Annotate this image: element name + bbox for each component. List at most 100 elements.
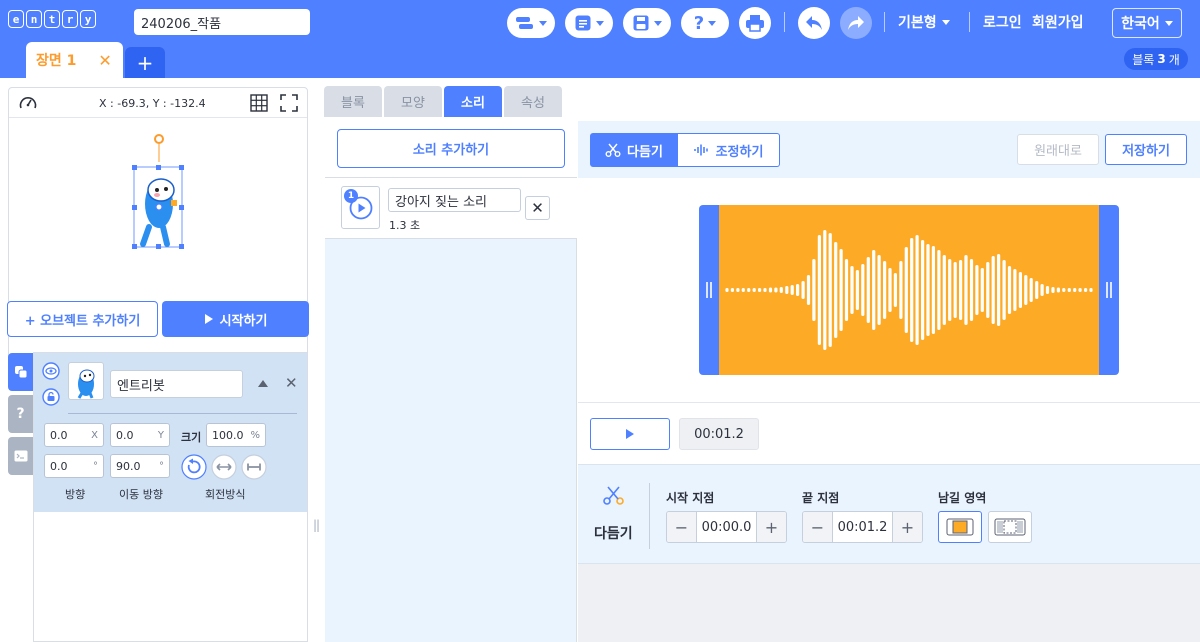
language-select[interactable]: 한국어: [1112, 8, 1182, 38]
help-tab[interactable]: ?: [8, 395, 33, 433]
login-link[interactable]: 로그인: [983, 12, 1022, 32]
redo-button[interactable]: [840, 7, 872, 39]
direction-field[interactable]: 0.0 °: [44, 454, 104, 478]
start-button[interactable]: 시작하기: [162, 301, 309, 337]
signup-link[interactable]: 회원가입: [1032, 12, 1084, 32]
add-sound-button[interactable]: 소리 추가하기: [337, 129, 565, 168]
add-scene-button[interactable]: +: [125, 47, 165, 78]
objects-icon: [14, 366, 27, 379]
trim-start-handle[interactable]: [699, 205, 719, 375]
lock-icon[interactable]: [42, 388, 60, 406]
move-direction-field[interactable]: 90.0 °: [110, 454, 170, 478]
print-button[interactable]: [739, 7, 771, 39]
flip-horizontal-icon[interactable]: [211, 454, 237, 480]
sound-name-input[interactable]: 강아지 짖는 소리: [388, 188, 521, 212]
waveform-bar: [1084, 288, 1088, 292]
save-sound-button[interactable]: 저장하기: [1105, 134, 1187, 165]
end-point-stepper: − 00:01.2 +: [802, 511, 923, 543]
tab-sounds[interactable]: 소리: [444, 86, 502, 117]
keep-inside-button[interactable]: [938, 511, 982, 543]
increase-start-button[interactable]: +: [757, 512, 786, 542]
revert-button[interactable]: 원래대로: [1017, 134, 1099, 165]
console-tab[interactable]: [8, 437, 33, 475]
trim-mode-label: 다듬기: [627, 144, 663, 160]
add-object-button[interactable]: + 오브젝트 추가하기: [7, 301, 158, 337]
x-position-field[interactable]: 0.0 X: [44, 423, 104, 447]
close-icon[interactable]: ✕: [98, 51, 111, 70]
block-count-value: 3: [1157, 52, 1166, 66]
file-menu-button[interactable]: [565, 8, 613, 38]
help-menu-button[interactable]: ?: [681, 8, 729, 38]
waveform-bar: [1035, 281, 1039, 299]
keep-outside-button[interactable]: [988, 511, 1032, 543]
scene-tab[interactable]: 장면 1 ✕: [26, 42, 123, 78]
trim-end-handle[interactable]: [1099, 205, 1119, 375]
waveform-bar: [1073, 288, 1077, 292]
divider: [969, 12, 970, 32]
object-name-input[interactable]: 엔트리봇: [110, 370, 243, 398]
workspace-tabs: 블록 모양 소리 속성: [324, 86, 562, 117]
tab-shapes[interactable]: 모양: [384, 86, 442, 117]
waveform-bar: [747, 288, 751, 292]
waveform-bar: [872, 250, 876, 330]
entry-logo[interactable]: e n t r y: [8, 10, 96, 28]
list-item[interactable]: 1 강아지 짖는 소리 1.3 초 ✕: [325, 177, 577, 239]
eye-icon[interactable]: [42, 362, 60, 380]
waveform-bar: [899, 261, 903, 319]
speed-gauge-icon[interactable]: [18, 94, 38, 112]
waveform-area[interactable]: [719, 205, 1099, 375]
decrease-start-button[interactable]: −: [667, 512, 696, 542]
save-menu-button[interactable]: [623, 8, 671, 38]
object-list-tab[interactable]: [8, 353, 33, 391]
undo-icon: [806, 16, 822, 30]
waveform-bar: [1018, 272, 1022, 308]
waveform-bar: [877, 255, 881, 325]
waveform-bar: [942, 255, 946, 325]
rotate-free-icon[interactable]: [181, 454, 207, 480]
trim-mode-button[interactable]: 다듬기: [590, 133, 678, 167]
decrease-end-button[interactable]: −: [803, 512, 832, 542]
tab-blocks[interactable]: 블록: [324, 86, 382, 117]
delete-sound-button[interactable]: ✕: [525, 196, 550, 220]
start-point-value[interactable]: 00:00.0: [696, 512, 757, 542]
object-card[interactable]: 엔트리봇 ✕ 0.0 X 0.0 Y 크기 100.0% 0.0 ° 90.0 ° 방향…: [34, 353, 307, 512]
chevron-down-icon: [941, 19, 950, 25]
play-sound-button[interactable]: [590, 418, 670, 450]
adjust-mode-button[interactable]: 조정하기: [678, 133, 780, 167]
undo-button[interactable]: [798, 7, 830, 39]
grid-icon[interactable]: [250, 94, 268, 112]
tab-properties[interactable]: 속성: [504, 86, 562, 117]
editor-empty-area: [578, 564, 1200, 642]
waveform-bar: [834, 242, 838, 338]
no-rotate-icon[interactable]: [241, 454, 267, 480]
waveform-frame: [699, 205, 1119, 375]
waveform-bar: [915, 235, 919, 345]
mode-select[interactable]: 기본형: [898, 12, 950, 32]
waveform-bar: [801, 281, 805, 299]
panel-resize-handle[interactable]: ||: [313, 518, 320, 532]
waveform-bar: [839, 249, 843, 331]
mode-label: 기본형: [898, 15, 937, 31]
delete-object-icon[interactable]: ✕: [285, 374, 298, 392]
size-field[interactable]: 100.0%: [206, 423, 266, 447]
project-title-input[interactable]: [134, 9, 310, 35]
direction-label: 방향: [65, 488, 86, 501]
waveform-bar: [768, 287, 773, 293]
drag-handle-icon: [706, 282, 712, 298]
y-position-field[interactable]: 0.0 Y: [110, 423, 170, 447]
block-menu-button[interactable]: [507, 8, 555, 38]
waveform-bar: [1051, 287, 1055, 293]
waveform-bar: [1056, 287, 1060, 293]
scene-tab-label: 장면 1: [36, 53, 77, 69]
waveform-bar: [1007, 266, 1012, 314]
increase-end-button[interactable]: +: [893, 512, 922, 542]
fullscreen-icon[interactable]: [280, 94, 298, 112]
console-icon: [14, 450, 27, 462]
end-point-value[interactable]: 00:01.2: [832, 512, 893, 542]
collapse-arrow-icon[interactable]: [257, 378, 269, 388]
keep-outside-icon: [994, 518, 1026, 536]
sound-play-thumbnail[interactable]: 1: [341, 186, 380, 229]
editor-mode-switch: 다듬기 조정하기: [590, 133, 780, 167]
entrybot-sprite[interactable]: [127, 132, 191, 252]
waveform-bar: [910, 238, 914, 342]
